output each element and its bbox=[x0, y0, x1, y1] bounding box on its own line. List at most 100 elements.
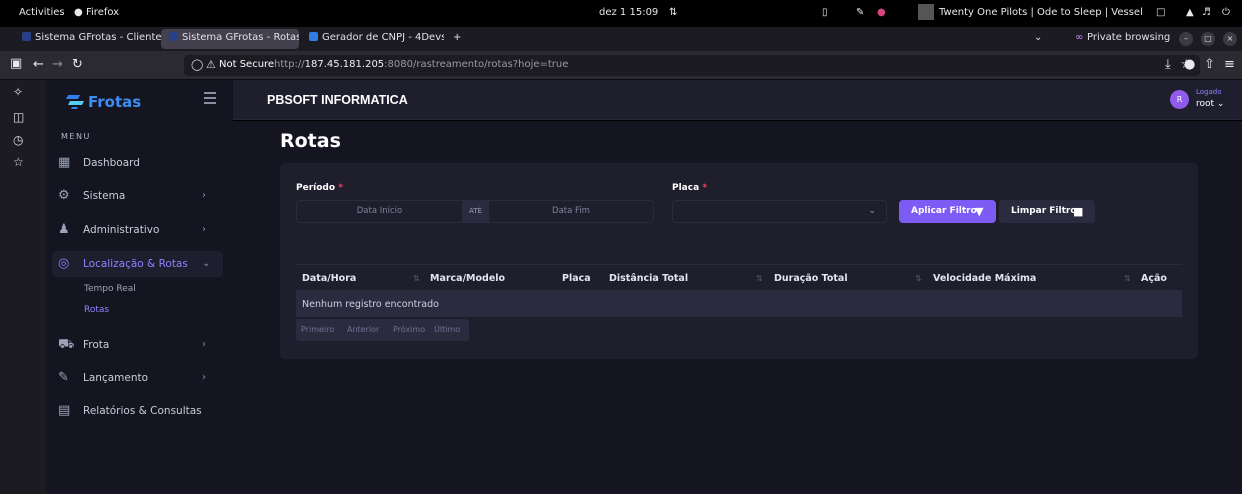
tab-gerador-cnpj[interactable]: Gerador de CNPJ - 4Devs× bbox=[301, 29, 444, 49]
chevron-down-icon: ⌄ bbox=[868, 206, 876, 216]
4devs-favicon-icon bbox=[309, 32, 318, 41]
table-empty-row: Nenhum registro encontrado bbox=[296, 291, 1182, 317]
account-icon[interactable]: ● bbox=[1184, 57, 1195, 72]
sort-icon[interactable]: ⇅ bbox=[756, 274, 763, 283]
sidebar-item-lancamento[interactable]: ✎ Lançamento › bbox=[52, 365, 223, 391]
column-header-duracao-total[interactable]: Duração Total bbox=[774, 273, 848, 284]
ai-sparkle-icon[interactable]: ✧ bbox=[13, 85, 23, 99]
column-header-acao: Ação bbox=[1141, 273, 1167, 284]
address-bar[interactable]: ◯ ⚠ Not Secure http://187.45.181.205:808… bbox=[184, 55, 1200, 76]
network-icon[interactable]: ▲ bbox=[1186, 7, 1194, 18]
hamburger-menu-icon[interactable] bbox=[204, 92, 216, 107]
app-sidebar: Frotas MENU ▦ Dashboard ⚙ Sistema › ♟ Ad… bbox=[46, 80, 233, 494]
sidebar-item-localizacao-rotas[interactable]: ◎ Localização & Rotas ⌄ bbox=[52, 251, 223, 277]
not-secure-label[interactable]: Not Secure bbox=[219, 59, 274, 70]
pen-icon[interactable]: ✎ bbox=[856, 7, 864, 18]
pagination: Primeiro Anterior Próximo Último bbox=[296, 319, 469, 341]
range-separator: ATÉ bbox=[462, 201, 489, 222]
sidebar-item-sistema[interactable]: ⚙ Sistema › bbox=[52, 183, 223, 209]
maximize-icon[interactable]: □ bbox=[1201, 32, 1215, 46]
apply-filter-button[interactable]: Aplicar Filtro ▼ bbox=[899, 200, 996, 223]
activities-button[interactable]: Activities bbox=[19, 7, 65, 18]
pagination-next-button[interactable]: Próximo bbox=[393, 325, 425, 334]
app-menu[interactable]: Firefox bbox=[86, 7, 119, 18]
new-tab-icon[interactable]: + bbox=[453, 32, 461, 43]
forward-icon[interactable]: → bbox=[52, 57, 63, 72]
gfrotas-favicon-icon bbox=[22, 32, 31, 41]
placa-label: Placa * bbox=[672, 183, 708, 193]
volume-icon[interactable]: ♬ bbox=[1202, 7, 1211, 18]
app-menu-icon[interactable]: ≡ bbox=[1224, 57, 1235, 72]
pagination-prev-button[interactable]: Anterior bbox=[347, 325, 379, 334]
media-title[interactable]: Twenty One Pilots | Ode to Sleep | Vesse… bbox=[939, 7, 1143, 18]
tab-gfrotas-cliente[interactable]: Sistema GFrotas - Cliente× bbox=[14, 29, 164, 49]
tracking-shield-icon[interactable]: ◯ bbox=[191, 58, 203, 71]
clock[interactable]: dez 1 15:09 bbox=[599, 7, 658, 18]
column-header-velocidade-maxima[interactable]: Velocidade Máxima bbox=[933, 273, 1036, 284]
pagination-last-button[interactable]: Último bbox=[434, 325, 460, 334]
period-range-input: Data Início ATÉ Data Fim bbox=[296, 200, 654, 223]
list-tabs-chevron-down-icon[interactable]: ⌄ bbox=[1034, 32, 1042, 43]
sidebar-item-relatorios-consultas[interactable]: ▤ Relatórios & Consultas bbox=[52, 398, 223, 424]
clipboard-icon[interactable]: □ bbox=[1156, 7, 1165, 18]
bookmarks-star-icon[interactable]: ☆ bbox=[13, 155, 24, 169]
sidebar-subitem-rotas[interactable]: Rotas bbox=[84, 305, 109, 315]
pagination-first-button[interactable]: Primeiro bbox=[301, 325, 334, 334]
tab-label: Gerador de CNPJ - 4Devs bbox=[322, 32, 444, 43]
synced-tabs-icon[interactable]: ◫ bbox=[13, 110, 24, 124]
sidebar-subitem-tempo-real[interactable]: Tempo Real bbox=[84, 284, 136, 294]
column-header-distancia-total[interactable]: Distância Total bbox=[609, 273, 688, 284]
tab-label: Sistema GFrotas - Cliente bbox=[35, 32, 162, 43]
avatar[interactable]: R bbox=[1170, 90, 1189, 109]
insecure-lock-icon[interactable]: ⚠ bbox=[206, 58, 216, 71]
share-icon[interactable]: ⇧ bbox=[1204, 57, 1215, 72]
reload-icon[interactable]: ↻ bbox=[72, 57, 83, 72]
sidebar-toggle-icon[interactable]: ▣ bbox=[10, 56, 22, 71]
chevron-right-icon: › bbox=[202, 224, 206, 235]
column-header-marca-modelo[interactable]: Marca/Modelo bbox=[430, 273, 505, 284]
chevron-right-icon: › bbox=[202, 190, 206, 201]
minimize-icon[interactable]: – bbox=[1179, 32, 1193, 46]
periodo-label: Período * bbox=[296, 183, 343, 193]
downloads-icon[interactable]: ⤓ bbox=[1165, 57, 1171, 72]
filter-icon: ▼ bbox=[975, 205, 984, 218]
tab-label: Sistema GFrotas - Rotas bbox=[182, 32, 299, 43]
url-text[interactable]: http://187.45.181.205:8080/rastreamento/… bbox=[274, 59, 568, 70]
column-header-data-hora[interactable]: Data/Hora bbox=[302, 273, 356, 284]
back-icon[interactable]: ← bbox=[33, 57, 44, 72]
user-menu[interactable]: root ⌄ bbox=[1196, 99, 1224, 109]
start-date-input[interactable]: Data Início bbox=[297, 201, 462, 222]
sort-icon[interactable]: ⇅ bbox=[1124, 274, 1131, 283]
document-icon: ▤ bbox=[58, 403, 71, 418]
sort-icon[interactable]: ⇅ bbox=[413, 274, 420, 283]
history-icon[interactable]: ◷ bbox=[13, 133, 23, 147]
chevron-down-icon: ⌄ bbox=[1216, 99, 1225, 109]
window-icon[interactable]: ▯ bbox=[822, 7, 828, 18]
clear-filter-button[interactable]: Limpar Filtro ■ bbox=[999, 200, 1095, 223]
frotas-logo-icon bbox=[66, 95, 84, 109]
table-header: Data/Hora ⇅ Marca/Modelo Placa Distância… bbox=[296, 264, 1182, 291]
close-window-icon[interactable]: × bbox=[1223, 32, 1237, 46]
sidebar-item-dashboard[interactable]: ▦ Dashboard bbox=[52, 150, 223, 176]
sidebar-item-frota[interactable]: ⛟ Frota › bbox=[52, 332, 223, 358]
column-header-placa[interactable]: Placa bbox=[562, 273, 591, 284]
power-icon[interactable]: ⏻ bbox=[1222, 7, 1230, 18]
sidebar-item-label: Frota bbox=[83, 339, 110, 351]
sidebar-item-administrativo[interactable]: ♟ Administrativo › bbox=[52, 217, 223, 243]
sidebar-item-label: Localização & Rotas bbox=[83, 258, 188, 270]
sidebar-item-label: Relatórios & Consultas bbox=[83, 405, 202, 417]
users-icon: ♟ bbox=[58, 222, 70, 237]
company-name: PBSOFT INFORMATICA bbox=[267, 93, 408, 107]
browser-tab-strip: Sistema GFrotas - Cliente× Sistema GFrot… bbox=[0, 27, 1242, 51]
tab-gfrotas-rotas[interactable]: Sistema GFrotas - Rotas× bbox=[161, 29, 299, 49]
sort-icon[interactable]: ⇅ bbox=[915, 274, 922, 283]
menu-section-title: MENU bbox=[61, 132, 91, 141]
private-mask-icon: ∞ bbox=[1075, 32, 1084, 43]
location-pin-icon: ◎ bbox=[58, 256, 70, 271]
recording-icon[interactable]: ● bbox=[877, 7, 886, 18]
placa-select[interactable]: ⌄ bbox=[672, 200, 887, 223]
end-date-input[interactable]: Data Fim bbox=[489, 201, 653, 222]
gfrotas-favicon-icon bbox=[169, 32, 178, 41]
firefox-sidebar: ✧ ◫ ◷ ☆ bbox=[0, 80, 46, 494]
sync-icon: ⇅ bbox=[669, 7, 678, 18]
